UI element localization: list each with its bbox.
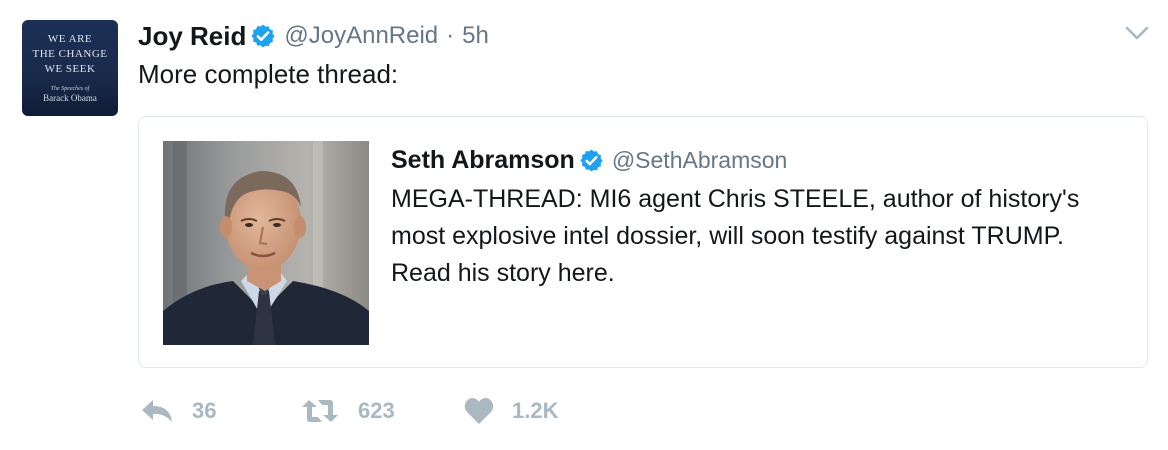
retweet-button[interactable]: 623 [300,392,464,430]
reply-icon [142,400,172,422]
verified-badge-icon [580,149,603,171]
heart-icon [464,398,494,424]
avatar-title-line-1: WE ARE [47,33,93,45]
avatar-subtitle: The Speeches of [50,86,90,92]
header-separator: · [446,22,455,49]
quoted-tweet-card[interactable]: Seth Abramson @SethAbramson MEGA-THREAD:… [138,116,1148,368]
author-name[interactable]: Joy Reid [138,21,246,52]
tweet-timestamp[interactable]: 5h [462,22,489,50]
portrait-photo [163,141,369,345]
like-count: 1.2K [512,398,559,423]
chevron-down-icon[interactable] [1124,24,1150,42]
tweet-text: More complete thread: [138,59,399,89]
reply-button[interactable]: 36 [140,392,300,430]
avatar-title-line-2: THE CHANGE [32,48,108,60]
quoted-author-handle[interactable]: @SethAbramson [612,147,788,174]
author-handle[interactable]: @JoyAnnReid [284,22,438,50]
quoted-tweet-text: MEGA-THREAD: MI6 agent Chris STEELE, aut… [391,185,1080,287]
retweet-icon [302,400,338,422]
avatar-title-line-3: WE SEEK [44,63,96,75]
tweet: WE ARE THE CHANGE WE SEEK The Speeches o… [0,0,1168,450]
avatar-author: Barack Obama [43,93,97,103]
quoted-author-name[interactable]: Seth Abramson [391,146,575,175]
avatar[interactable]: WE ARE THE CHANGE WE SEEK The Speeches o… [22,20,118,116]
retweet-count: 623 [358,398,395,423]
like-button[interactable]: 1.2K [464,392,624,430]
verified-badge-icon [251,24,275,48]
tweet-header: Joy Reid @JoyAnnReid · 5h [138,20,489,52]
tweet-actions: 36 623 1.2K [140,392,624,430]
quoted-tweet-photo [163,141,369,345]
quoted-tweet-header: Seth Abramson @SethAbramson [391,143,1131,177]
reply-count: 36 [192,398,217,423]
quoted-tweet-body: Seth Abramson @SethAbramson MEGA-THREAD:… [391,143,1131,292]
